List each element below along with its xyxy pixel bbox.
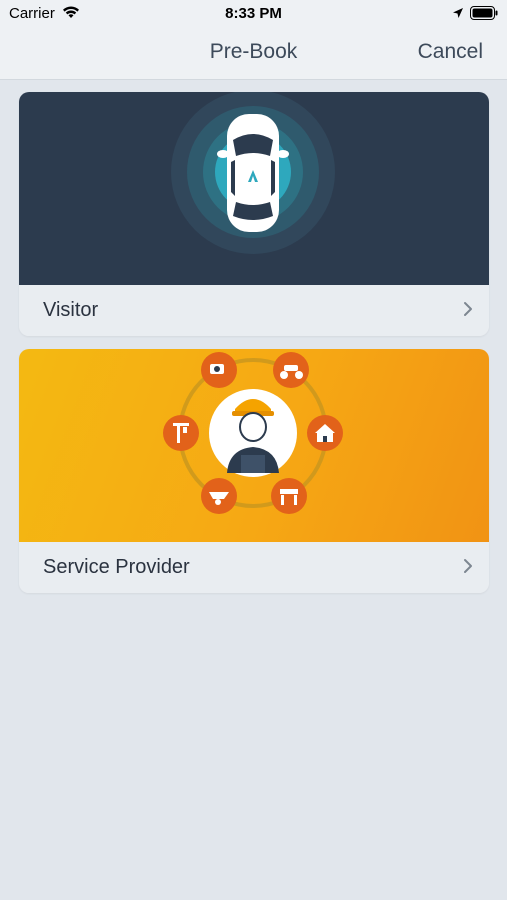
car-icon [171, 92, 335, 254]
visitor-illustration [19, 92, 489, 285]
service-provider-label: Service Provider [43, 556, 190, 578]
navigation-bar: Pre-Book Cancel [0, 26, 507, 80]
status-bar: Carrier 8:33 PM [0, 0, 507, 26]
service-provider-illustration [19, 349, 489, 542]
service-provider-card[interactable]: Service Provider [19, 349, 489, 593]
chevron-right-icon [463, 301, 473, 322]
status-time: 8:33 PM [225, 5, 282, 22]
cancel-button[interactable]: Cancel [418, 40, 483, 64]
chevron-right-icon [463, 558, 473, 579]
location-arrow-icon [452, 6, 464, 23]
visitor-label: Visitor [43, 299, 99, 321]
battery-icon [470, 6, 498, 24]
visitor-row: Visitor [19, 285, 489, 336]
worker-icon [163, 352, 343, 514]
visitor-card[interactable]: Visitor [19, 92, 489, 336]
service-provider-row: Service Provider [19, 542, 489, 593]
